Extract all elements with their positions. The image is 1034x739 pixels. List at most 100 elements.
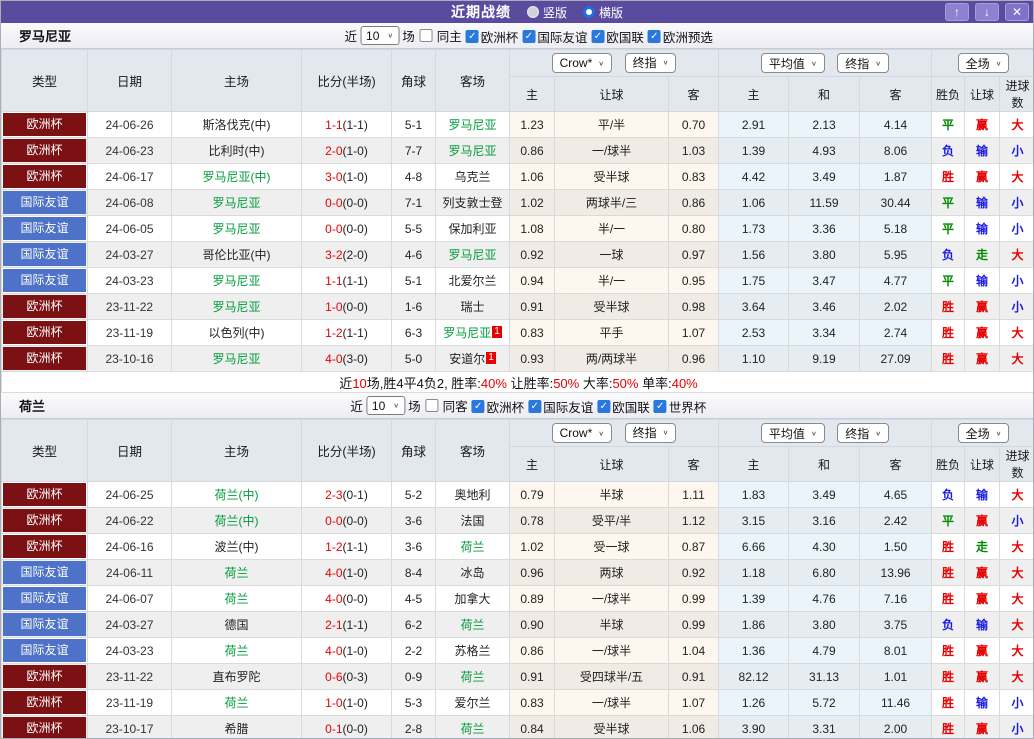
- result-handicap: 赢: [964, 319, 1001, 346]
- bookmaker-select[interactable]: Crow* ∨: [551, 53, 613, 74]
- competition-badge: 欧洲杯: [1, 319, 88, 346]
- filter-controls: 近 10 ∨ 场 同客 ✓ 欧洲杯 ✓ 国际友谊 ✓ 欧国联 ✓ 世界杯: [347, 396, 708, 416]
- checkbox-checked-icon[interactable]: ✓: [591, 29, 605, 43]
- checkbox-unchecked-icon[interactable]: [425, 399, 439, 412]
- same-venue-checkbox[interactable]: 同主: [419, 26, 462, 45]
- asian-away-odds: 1.03: [667, 137, 720, 164]
- result-wdl: 胜: [931, 637, 966, 664]
- section-bar: 荷兰 近 10 ∨ 场 同客 ✓ 欧洲杯 ✓ 国际友谊 ✓ 欧国联 ✓ 世界杯: [1, 393, 1033, 419]
- team-name: 罗马尼亚: [19, 29, 72, 44]
- asian-away-odds: 0.86: [667, 189, 720, 216]
- col-corner: 角球: [391, 49, 436, 112]
- competition-checkbox[interactable]: ✓ 国际友谊: [528, 397, 593, 416]
- euro-away-odds: 1.01: [859, 663, 933, 690]
- checkbox-checked-icon[interactable]: ✓: [471, 399, 485, 413]
- away-team: 加拿大: [435, 585, 510, 612]
- competition-checkbox[interactable]: ✓ 欧洲杯: [471, 397, 524, 416]
- euro-away-odds: 7.16: [859, 585, 933, 612]
- asian-home-odds: 0.83: [509, 319, 555, 346]
- fulltime-score: 1-0: [325, 695, 343, 710]
- match-row: 欧洲杯 24-06-22 荷兰(中) 0-0(0-0) 3-6 法国 0.78 受平/半 1.1…: [1, 507, 1033, 534]
- euro-home-odds: 1.83: [718, 481, 790, 508]
- checkbox-unchecked-icon[interactable]: [419, 29, 433, 42]
- asian-odds-time-select[interactable]: 终指 ∨: [624, 52, 677, 73]
- result-wdl: 平: [931, 507, 966, 534]
- home-team: 希腊: [171, 715, 302, 738]
- period-select[interactable]: 全场 ∨: [957, 423, 1010, 443]
- competition-checkbox[interactable]: ✓ 欧洲杯: [465, 27, 518, 46]
- competition-checkbox[interactable]: ✓ 国际友谊: [522, 27, 587, 46]
- score: 1-1(1-1): [301, 267, 392, 294]
- checkbox-checked-icon[interactable]: ✓: [522, 29, 536, 43]
- handicap-line: 受四球半/五: [554, 663, 669, 690]
- result-goals: 大: [999, 163, 1033, 190]
- competition-checkbox[interactable]: ✓ 欧国联: [597, 397, 650, 416]
- match-count-select[interactable]: 10 ∨: [365, 396, 406, 415]
- competition-badge-label: 欧洲杯: [3, 665, 86, 688]
- checkbox-checked-icon[interactable]: ✓: [647, 29, 661, 43]
- asian-away-odds: 0.87: [667, 533, 720, 560]
- competition-badge: 欧洲杯: [1, 293, 88, 320]
- score: 0-6(0-3): [301, 663, 392, 690]
- euro-odds-source-select[interactable]: 平均值 ∨: [760, 423, 825, 443]
- same-venue-label: 同客: [442, 400, 468, 414]
- competition-badge: 国际友谊: [1, 241, 88, 268]
- match-row: 欧洲杯 24-06-23 比利时(中) 2-0(1-0) 7-7 罗马尼亚 0.86 一/球半…: [1, 137, 1033, 164]
- radio-selected-icon[interactable]: [583, 6, 595, 18]
- halftime-score: (1-0): [342, 143, 368, 158]
- near-label: 近: [344, 30, 358, 44]
- competition-badge-label: 欧洲杯: [3, 483, 86, 506]
- competition-badge-label: 欧洲杯: [3, 139, 86, 162]
- euro-home-odds: 1.10: [718, 345, 790, 372]
- fulltime-score: 2-0: [325, 143, 343, 158]
- chevron-down-icon: ∨: [662, 429, 669, 437]
- euro-away-odds: 4.14: [859, 111, 933, 138]
- same-venue-checkbox[interactable]: 同客: [425, 396, 468, 415]
- result-handicap: 输: [964, 689, 1001, 716]
- radio-unselected-icon[interactable]: [526, 6, 539, 18]
- competition-badge: 欧洲杯: [1, 163, 88, 190]
- match-date: 24-06-25: [87, 481, 172, 508]
- euro-away-odds: 2.00: [859, 715, 933, 738]
- asian-away-odds: 0.91: [667, 663, 720, 690]
- euro-odds-source-select[interactable]: 平均值 ∨: [760, 53, 825, 73]
- layout-radio-vertical[interactable]: 竖版: [526, 4, 567, 21]
- asian-away-odds: 1.12: [667, 507, 720, 534]
- halftime-score: (0-1): [342, 487, 368, 502]
- result-group: 全场 ∨: [931, 49, 1033, 77]
- euro-away-odds: 8.01: [859, 637, 933, 664]
- euro-odds-time-select[interactable]: 终指 ∨: [837, 53, 890, 73]
- col-date: 日期: [87, 49, 172, 112]
- down-arrow-button[interactable]: ↓: [975, 3, 999, 21]
- layout-radio-horizontal[interactable]: 横版: [583, 4, 623, 21]
- checkbox-checked-icon[interactable]: ✓: [528, 399, 542, 413]
- match-row: 欧洲杯 23-11-22 直布罗陀 0-6(0-3) 0-9 荷兰 0.91 受四球半/五 0.…: [1, 663, 1033, 690]
- match-count-select[interactable]: 10 ∨: [360, 26, 400, 45]
- up-arrow-button[interactable]: ↑: [945, 3, 969, 21]
- fulltime-score: 0-0: [325, 221, 343, 236]
- window-buttons: ↑ ↓ ✕: [939, 3, 1029, 21]
- competition-checkbox[interactable]: ✓ 世界杯: [653, 397, 706, 416]
- bookmaker-select[interactable]: Crow* ∨: [551, 423, 613, 444]
- team-section: 罗马尼亚 近 10 ∨ 场 同主 ✓ 欧洲杯 ✓ 国际友谊 ✓ 欧国联 ✓ 欧洲预选: [1, 23, 1033, 393]
- asian-odds-time-select[interactable]: 终指 ∨: [624, 422, 677, 443]
- euro-draw-odds: 3.31: [788, 715, 861, 738]
- checkbox-checked-icon[interactable]: ✓: [597, 399, 611, 413]
- close-button[interactable]: ✕: [1005, 3, 1029, 21]
- match-date: 23-11-22: [87, 663, 172, 690]
- checkbox-checked-icon[interactable]: ✓: [653, 399, 667, 413]
- summary-text: 让胜率:: [506, 375, 554, 391]
- corner-count: 5-1: [391, 111, 436, 138]
- euro-odds-time-select[interactable]: 终指 ∨: [837, 423, 890, 443]
- match-row: 欧洲杯 24-06-25 荷兰(中) 2-3(0-1) 5-2 奥地利 0.79 半球 1.11…: [1, 481, 1033, 508]
- period-select[interactable]: 全场 ∨: [957, 53, 1010, 73]
- halftime-score: (0-0): [342, 513, 368, 528]
- corner-count: 5-1: [391, 267, 436, 294]
- checkbox-checked-icon[interactable]: ✓: [465, 29, 479, 43]
- competition-checkbox[interactable]: ✓ 欧洲预选: [647, 27, 713, 46]
- match-date: 24-06-07: [87, 585, 172, 612]
- competition-checkbox[interactable]: ✓ 欧国联: [591, 27, 644, 46]
- match-row: 欧洲杯 23-10-17 希腊 0-1(0-0) 2-8 荷兰 0.84 受半球 1.06 3.9…: [1, 715, 1033, 738]
- euro-away-odds: 1.87: [859, 163, 933, 190]
- halftime-score: (1-1): [342, 539, 368, 554]
